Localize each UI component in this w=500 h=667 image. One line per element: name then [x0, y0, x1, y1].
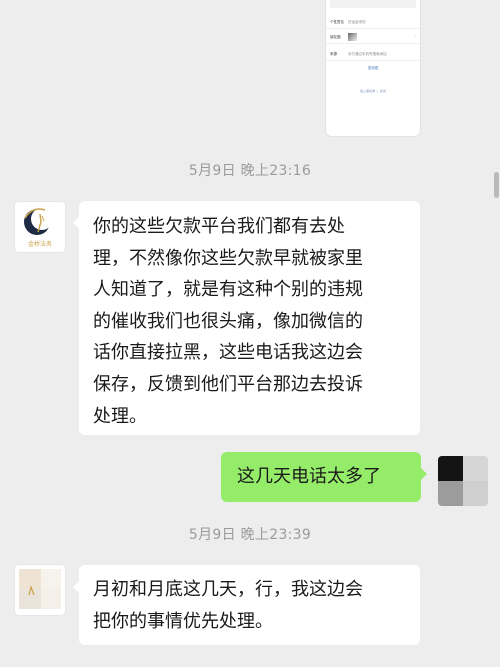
screenshot-blacklist-link: 加入黑名单: [360, 89, 376, 93]
moments-thumbnail: [348, 32, 357, 41]
message-text-line: 理，不然像你这些欠款早就被家里: [93, 247, 363, 269]
screenshot-row-moments: 朋友圈 ›: [326, 31, 420, 44]
moon-logo-icon: 金桥法务: [15, 202, 65, 252]
message-timestamp: 5月9日 晚上23:16: [188, 163, 312, 179]
avatar-pixel: [463, 456, 488, 481]
screenshot-header-bar: [330, 0, 416, 8]
screenshot-bottom-actions: 加入黑名单 | 投诉: [360, 89, 386, 93]
screenshot-row-value: [348, 32, 414, 42]
screenshot-row-source: 来源 对方通过手机号搜索添加: [326, 48, 420, 61]
message-timestamp: 5月9日 晚上23:39: [188, 527, 312, 543]
avatar-logo-text: 金桥法务: [28, 240, 52, 248]
message-text-line: 话你直接拉黑，这些电话我这边会: [93, 342, 363, 364]
screenshot-row-key: 来源: [330, 51, 337, 56]
incoming-message-bubble[interactable]: 月初和月底这几天，行，我这边会 把你的事情优先处理。: [73, 565, 420, 645]
avatar-pixel: [463, 481, 488, 506]
screenshot-send-message-link: 发消息: [367, 66, 379, 70]
avatar-pixel: [438, 481, 463, 506]
chevron-right-icon: ›: [414, 34, 416, 40]
screenshot-row-value: 对方通过手机号搜索添加: [348, 51, 387, 56]
outgoing-message-bubble[interactable]: 这几天电话太多了: [221, 452, 427, 502]
forwarded-screenshot-image[interactable]: 个性签名 好运会来的 朋友圈 › 来源 对方通过手机号搜索添加 发消息 加入黑名…: [326, 0, 420, 136]
message-text-line: 你的这些欠款平台我们都有去处: [93, 216, 345, 237]
contact-avatar[interactable]: 金桥法务: [15, 202, 65, 252]
contact-avatar[interactable]: [15, 565, 65, 615]
my-avatar[interactable]: [438, 456, 488, 506]
screenshot-row-signature: 个性签名 好运会来的: [326, 16, 420, 29]
avatar-pixel: [438, 456, 463, 481]
screenshot-row-key: 朋友圈: [330, 34, 341, 39]
message-text-line: 月初和月底这几天，行，我这边会: [93, 579, 363, 600]
screenshot-row-value: 好运会来的: [348, 19, 366, 24]
message-text-line: 把你的事情优先处理。: [93, 610, 273, 632]
screenshot-row-key: 个性签名: [330, 19, 344, 24]
message-text-line: 处理。: [93, 405, 147, 427]
message-text-line: 这几天电话太多了: [237, 466, 381, 487]
chat-scrollbar[interactable]: [494, 172, 499, 198]
message-text-line: 保存，反馈到他们平台那边去投诉: [93, 373, 363, 395]
screenshot-report-link: 投诉: [379, 89, 386, 93]
incoming-message-bubble[interactable]: 你的这些欠款平台我们都有去处 理，不然像你这些欠款早就被家里 人知道了，就是有这…: [73, 201, 420, 435]
message-text-line: 人知道了，就是有这种个别的违规: [93, 279, 363, 301]
message-text-line: 的催收我们也很头痛，像加微信的: [93, 310, 363, 332]
moon-logo-icon: [15, 565, 65, 615]
